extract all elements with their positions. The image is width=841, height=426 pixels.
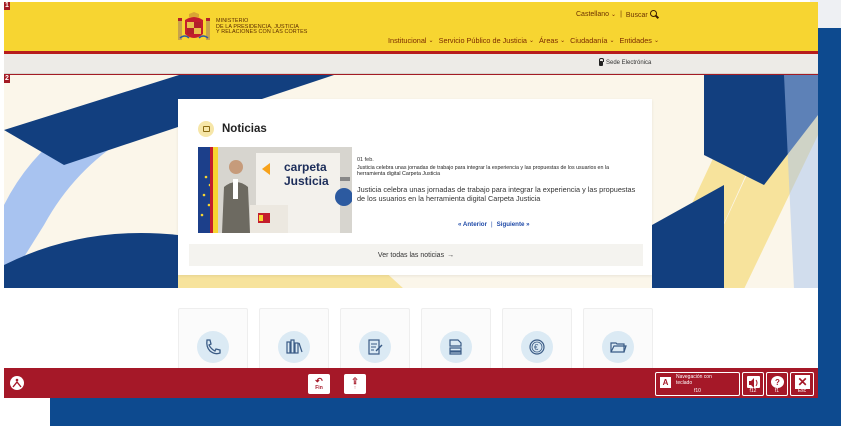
nav-item-areas[interactable]: Áreas ⌄	[539, 36, 565, 45]
document-edit-icon	[359, 331, 391, 363]
books-icon	[278, 331, 310, 363]
chevron-down-icon: ⌄	[611, 12, 617, 18]
news-date: 01 feb.	[357, 157, 374, 163]
close-icon: ✕	[795, 375, 810, 389]
search-button[interactable]: Buscar	[626, 10, 657, 19]
end-button[interactable]: ↶ Fin	[308, 374, 330, 394]
newspaper-icon	[198, 121, 214, 137]
keyboard-nav-label: Navegación con teclado	[676, 374, 712, 386]
chevron-down-icon: ⌄	[609, 38, 615, 44]
next-button[interactable]: Siguiente »	[497, 221, 530, 228]
nav-label: Entidades	[619, 36, 652, 45]
audio-button[interactable]: f12	[742, 372, 764, 396]
scroll-top-label: ↑	[353, 385, 357, 391]
frame-marker-2: 2	[4, 75, 10, 83]
close-shortcut: Esc	[797, 388, 807, 394]
sede-label: Sede Electrónica	[606, 60, 652, 66]
all-news-label: Ver todas las noticias	[377, 251, 445, 259]
service-tile-document-edit[interactable]	[340, 308, 410, 370]
chevron-down-icon: ⌄	[653, 38, 659, 44]
main-nav: Institucional ⌄ Servicio Público de Justi…	[388, 36, 664, 45]
folder-icon	[602, 331, 634, 363]
service-tile-phone[interactable]	[178, 308, 248, 370]
nav-label: Servicio Público de Justicia	[438, 36, 527, 45]
language-label: Castellano	[576, 11, 610, 18]
service-tile-euro[interactable]: €	[502, 308, 572, 370]
nav-label: Áreas	[539, 36, 559, 45]
site-header: 1 MINISTERIO DE LA PRESIDENCIA, JUSTICIA…	[4, 2, 818, 54]
lock-icon	[598, 57, 604, 66]
chevron-down-icon: ⌄	[428, 38, 434, 44]
nav-item-entidades[interactable]: Entidades ⌄	[619, 36, 659, 45]
service-tile-documents-stack[interactable]	[421, 308, 491, 370]
audio-shortcut: f12	[749, 388, 757, 394]
keyboard-navigation-button[interactable]: A Navegación con teclado f10	[655, 372, 740, 396]
chevron-down-icon: ⌄	[529, 38, 535, 44]
news-headline[interactable]: Justicia celebra unas jornadas de trabaj…	[357, 185, 637, 204]
accessibility-toolbar: ↶ Fin ⇪ ↑ A Navegación con teclado f10 f…	[4, 368, 818, 398]
keyboard-icon: A	[660, 377, 671, 388]
services-section: €	[4, 288, 818, 370]
keyboard-nav-line: teclado	[676, 379, 693, 386]
news-header: Noticias	[198, 121, 267, 137]
service-tile-folder[interactable]	[583, 308, 653, 370]
accessibility-icon[interactable]	[10, 376, 24, 390]
coat-of-arms-logo[interactable]	[177, 12, 211, 42]
photo-text-carpeta: carpeta	[284, 160, 327, 174]
all-news-link[interactable]: Ver todas las noticias →	[189, 244, 643, 266]
sede-electronica-link[interactable]: Sede Electrónica	[598, 57, 652, 66]
service-tile-books[interactable]	[259, 308, 329, 370]
nav-label: Ciudadanía	[570, 36, 608, 45]
search-label: Buscar	[625, 12, 648, 19]
help-button[interactable]: ? f1	[766, 372, 788, 396]
news-photo[interactable]: carpeta Justicia	[198, 147, 352, 233]
euro-icon: €	[521, 331, 553, 363]
news-card: Noticias carpeta Justicia 01 feb. Justic…	[178, 99, 652, 275]
ministry-line: Y RELACIONES CON LAS CORTES	[216, 29, 308, 36]
news-summary[interactable]: Justicia celebra unas jornadas de trabaj…	[357, 165, 637, 177]
sede-bar: Sede Electrónica	[4, 54, 818, 74]
speaker-icon	[747, 376, 760, 388]
arrow-right-icon: →	[447, 251, 455, 259]
nav-item-institucional[interactable]: Institucional ⌄	[388, 36, 434, 45]
hero-section: 2 Noticias carpeta Justicia 01 feb. Just…	[4, 74, 818, 288]
top-links: Castellano ⌄ | Buscar	[576, 10, 657, 19]
close-button[interactable]: ✕ Esc	[790, 372, 814, 396]
phone-icon	[197, 331, 229, 363]
previous-button[interactable]: « Anterior	[458, 221, 487, 228]
search-icon	[649, 10, 657, 17]
keyboard-shortcut: f10	[694, 388, 701, 394]
end-label: Fin	[315, 385, 323, 391]
nav-item-servicio-publico[interactable]: Servicio Público de Justicia ⌄	[439, 36, 534, 45]
frame-marker-1: 1	[4, 2, 10, 10]
documents-stack-icon	[440, 331, 472, 363]
language-selector[interactable]: Castellano ⌄	[576, 11, 616, 18]
background-blue-bottom	[50, 398, 841, 426]
scroll-top-button[interactable]: ⇪ ↑	[344, 374, 366, 394]
undo-arrow-icon: ↶	[315, 376, 323, 386]
ministry-name[interactable]: MINISTERIO DE LA PRESIDENCIA, JUSTICIA Y…	[216, 18, 308, 36]
svg-text:€: €	[534, 343, 539, 352]
nav-item-ciudadania[interactable]: Ciudadanía ⌄	[570, 36, 614, 45]
help-icon: ?	[771, 376, 784, 388]
chevron-down-icon: ⌄	[560, 38, 566, 44]
news-pager: « Anterior | Siguiente »	[458, 221, 530, 228]
news-title: Noticias	[222, 123, 267, 135]
separator: |	[491, 221, 493, 228]
help-shortcut: f1	[774, 388, 780, 394]
nav-label: Institucional	[388, 36, 427, 45]
separator: |	[620, 11, 622, 18]
browser-frame: 1 MINISTERIO DE LA PRESIDENCIA, JUSTICIA…	[4, 2, 818, 398]
photo-text-justicia: Justicia	[284, 174, 329, 188]
upload-icon: ⇪	[351, 376, 359, 386]
background-blue-band	[818, 28, 841, 426]
